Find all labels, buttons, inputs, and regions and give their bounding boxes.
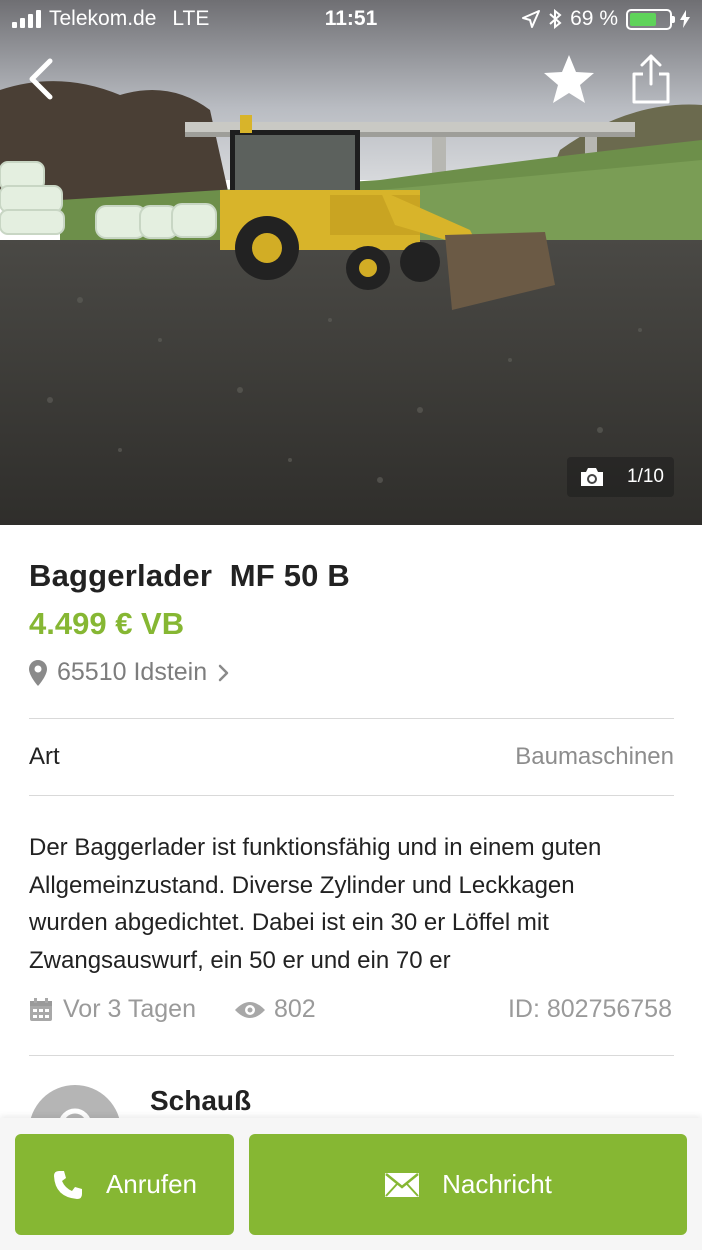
- calendar-icon: [30, 997, 52, 1021]
- listing-id: ID: 802756758: [507, 995, 672, 1023]
- eye-icon: [235, 1001, 265, 1018]
- star-icon[interactable]: [541, 52, 597, 108]
- listing-price: 4.499 € VB: [29, 606, 185, 641]
- battery-icon: [626, 8, 675, 30]
- divider: [29, 795, 674, 796]
- view-count: 802: [234, 995, 316, 1024]
- posted-date: Vor 3 Tagen: [29, 995, 196, 1024]
- listing-description[interactable]: Der Baggerlader ist funktionsfähig und i…: [29, 829, 649, 979]
- charging-bolt-icon: [680, 10, 690, 28]
- posted-date-label: Vor 3 Tagen: [63, 995, 196, 1023]
- view-count-label: 802: [274, 995, 316, 1023]
- location-label: 65510 Idstein: [57, 658, 208, 686]
- bluetooth-icon: [549, 9, 562, 29]
- location-arrow-icon: [522, 10, 541, 28]
- divider: [29, 718, 674, 719]
- seller-name[interactable]: Schauß: [150, 1085, 251, 1117]
- listing-title: Baggerlader MF 50 B: [29, 558, 350, 593]
- chevron-right-icon: [218, 664, 229, 681]
- share-icon[interactable]: [628, 52, 674, 106]
- location-link[interactable]: 65510 Idstein: [29, 658, 229, 687]
- envelope-icon: [385, 1172, 420, 1197]
- call-button-label: Anrufen: [105, 1169, 198, 1199]
- photo-counter-label: 1/10: [627, 466, 664, 487]
- attribute-key: Art: [29, 743, 60, 770]
- battery-percent: 69 %: [570, 7, 618, 30]
- divider: [29, 1055, 674, 1056]
- message-button-label: Nachricht: [442, 1169, 552, 1199]
- back-chevron-icon[interactable]: [22, 55, 62, 103]
- status-bar: Telekom.de LTE 11:51 69 %: [0, 0, 702, 40]
- attribute-value: Baumaschinen: [515, 743, 674, 770]
- phone-icon: [53, 1170, 82, 1199]
- call-button[interactable]: Anrufen: [15, 1134, 234, 1235]
- camera-icon: [581, 468, 603, 486]
- action-bar: Anrufen Nachricht: [0, 1118, 702, 1250]
- photo-counter[interactable]: 1/10: [567, 457, 674, 497]
- location-pin-icon: [29, 659, 47, 686]
- battery-level: [630, 12, 657, 26]
- message-button[interactable]: Nachricht: [249, 1134, 687, 1235]
- photo-gallery[interactable]: Telekom.de LTE 11:51 69 % 1/10: [0, 0, 702, 525]
